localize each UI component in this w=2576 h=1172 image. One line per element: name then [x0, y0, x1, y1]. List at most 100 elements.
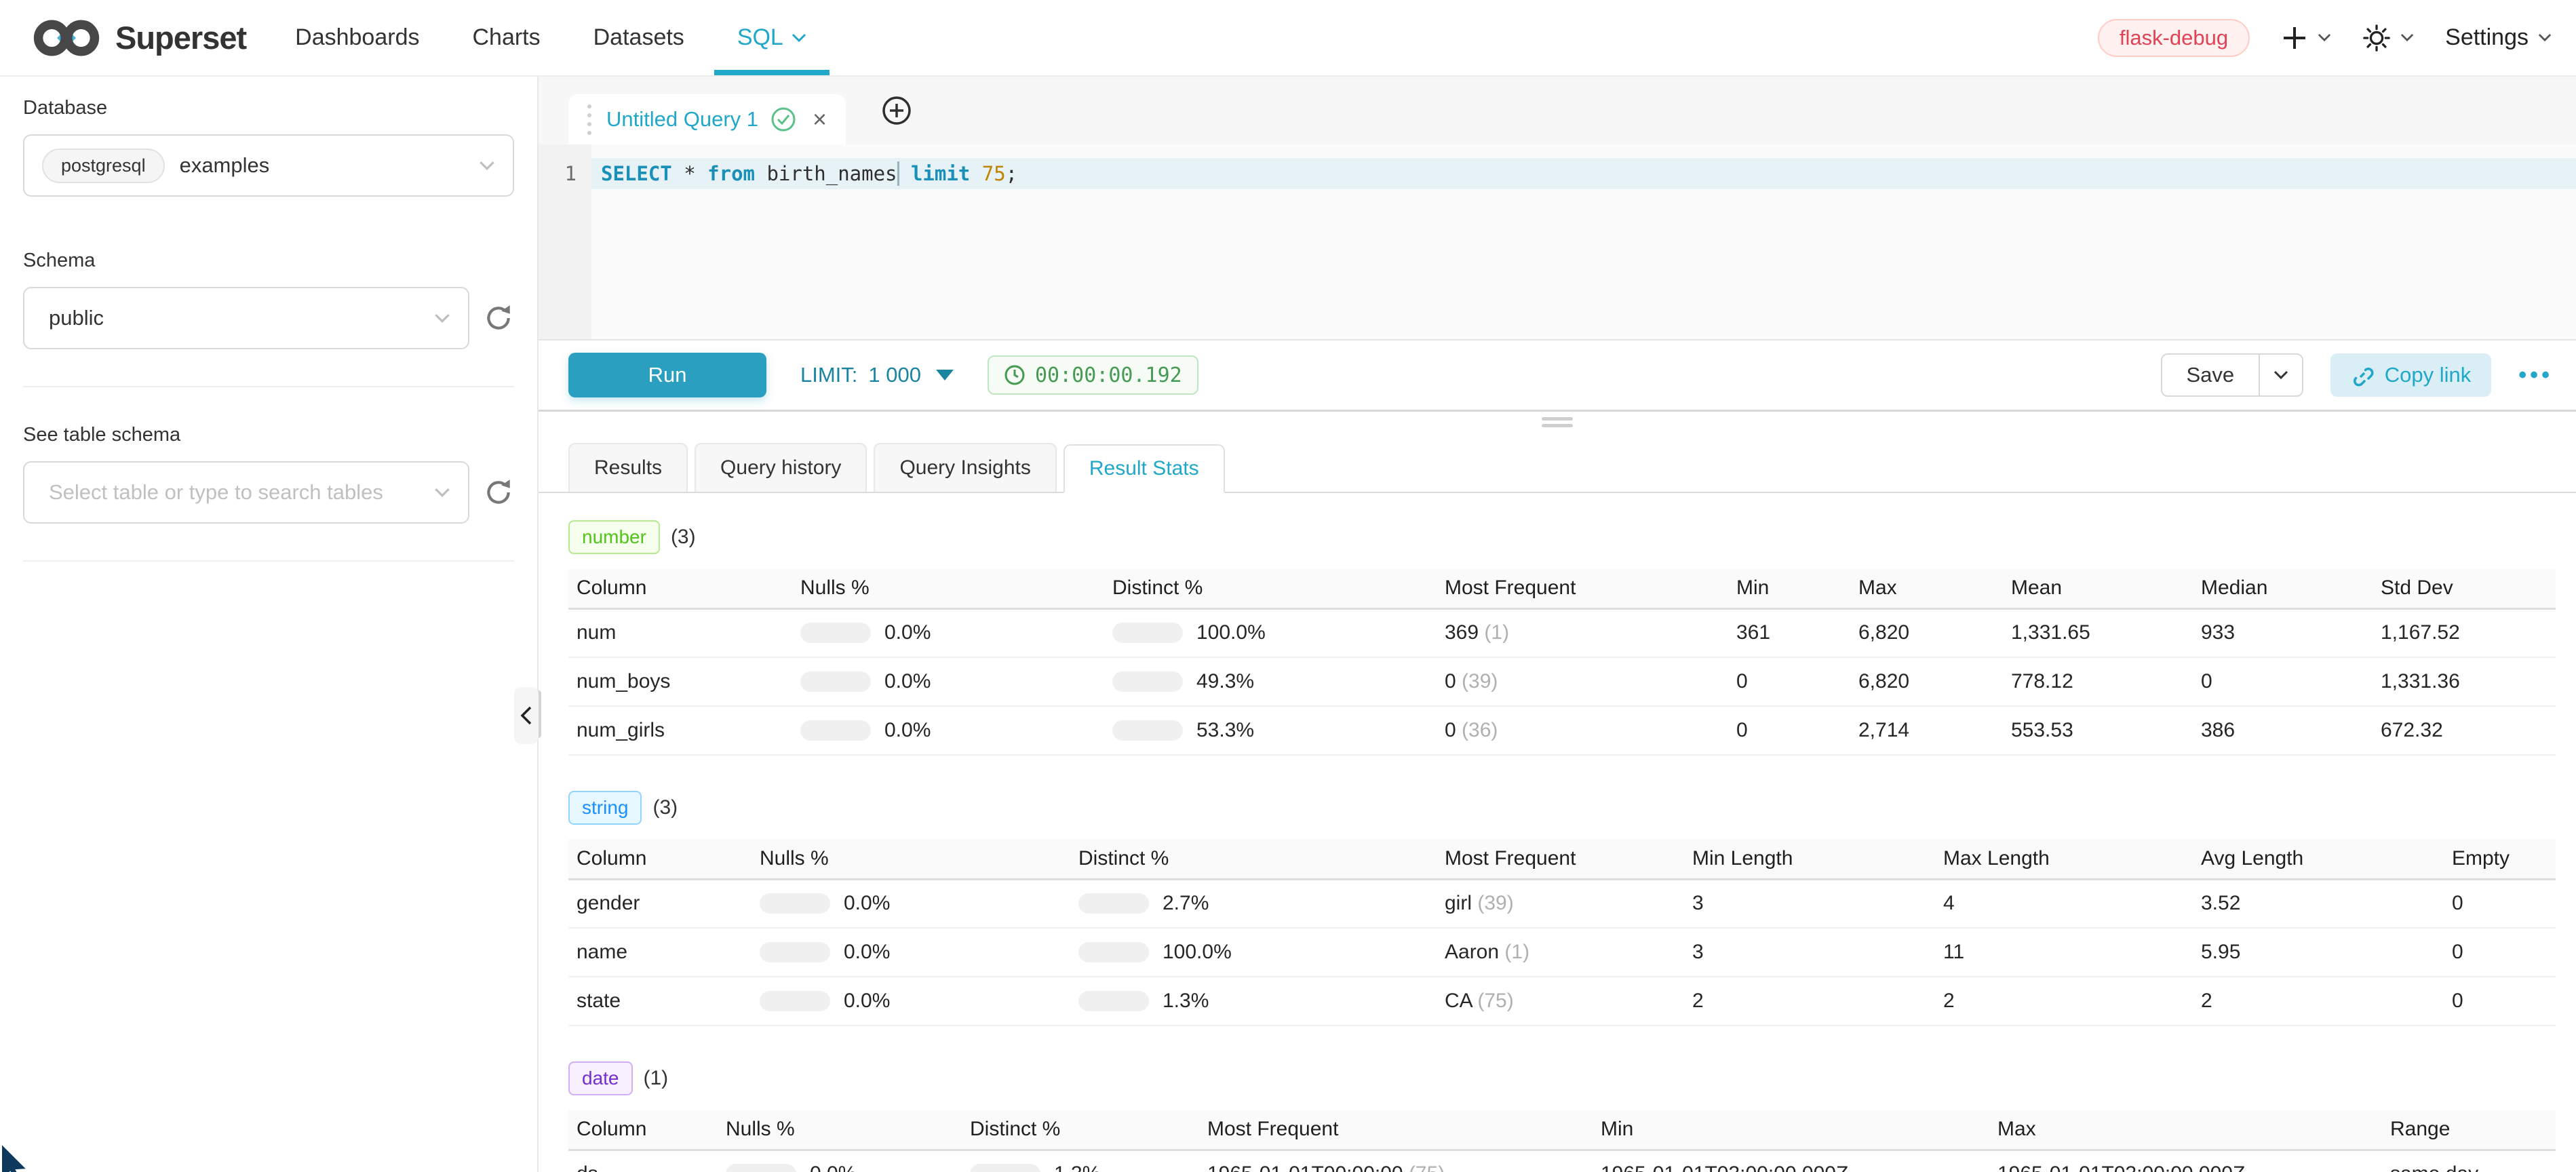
cell-min: 1965-01-01T03:00:00.000Z: [1593, 1150, 1989, 1172]
distinct-pct: 53.3%: [1196, 719, 1254, 742]
refresh-schemas-icon[interactable]: [483, 302, 514, 334]
table-row: state 0.0% 1.3% CA (75) 2 2 2 0: [568, 977, 2556, 1026]
cell-std-dev: 1,331.36: [2373, 657, 2556, 706]
cell-most-frequent: 369 (1): [1437, 608, 1728, 657]
schema-select[interactable]: public: [23, 287, 469, 349]
nulls-bar: [800, 671, 871, 692]
tab-query-history[interactable]: Query history: [695, 443, 867, 492]
main-nav: Dashboards Charts Datasets SQL: [295, 0, 806, 75]
sql-code-line[interactable]: SELECT * from birth_names limit 75;: [591, 158, 2576, 189]
elapsed-time: 00:00:00.192: [1035, 364, 1182, 387]
cell-column: name: [568, 928, 752, 977]
cell-mean: 1,331.65: [2003, 608, 2193, 657]
chevron-down-icon: [434, 313, 450, 324]
editor-resize-handle[interactable]: [539, 410, 2576, 434]
superset-logo[interactable]: Superset: [30, 17, 246, 59]
plus-circle-icon: [881, 95, 912, 126]
settings-menu[interactable]: Settings: [2445, 24, 2552, 51]
settings-label: Settings: [2445, 24, 2529, 51]
table-select[interactable]: Select table or type to search tables: [23, 461, 469, 524]
number-stats-section: number (3) Column Nulls % Distinct % Mos…: [568, 520, 2556, 756]
save-options-button[interactable]: [2259, 355, 2302, 395]
chevron-left-icon: [520, 706, 532, 725]
add-tab-button[interactable]: [881, 95, 912, 126]
divider: [23, 386, 514, 387]
nulls-pct: 0.0%: [810, 1163, 856, 1172]
cell-column: num: [568, 608, 792, 657]
collapse-sidebar-button[interactable]: [514, 687, 539, 744]
column-header: Column: [568, 1110, 718, 1150]
distinct-bar: [1112, 720, 1183, 741]
tab-result-stats[interactable]: Result Stats: [1063, 444, 1225, 493]
cell-most-frequent: 1965-01-01T00:00:00 (75): [1199, 1150, 1593, 1172]
new-item-menu[interactable]: [2281, 24, 2331, 52]
link-icon: [2351, 364, 2374, 387]
nav-datasets[interactable]: Datasets: [593, 0, 684, 75]
refresh-tables-icon[interactable]: [483, 477, 514, 508]
nav-sql[interactable]: SQL: [737, 0, 806, 75]
result-stats-panel: number (3) Column Nulls % Distinct % Mos…: [539, 493, 2576, 1172]
run-query-button[interactable]: Run: [568, 353, 766, 397]
table-row: num 0.0% 100.0% 369 (1) 361 6,820 1,331.…: [568, 608, 2556, 657]
chevron-down-icon: [2273, 370, 2288, 380]
nav-charts[interactable]: Charts: [472, 0, 540, 75]
table-row: name 0.0% 100.0% Aaron (1) 3 11 5.95 0: [568, 928, 2556, 977]
chevron-down-icon: [2538, 33, 2552, 42]
nav-dashboards[interactable]: Dashboards: [295, 0, 419, 75]
chevron-down-icon: [2318, 33, 2331, 42]
copy-link-button[interactable]: Copy link: [2330, 353, 2492, 397]
chevron-down-icon: [2400, 33, 2414, 42]
column-header: Std Dev: [2373, 569, 2556, 608]
nulls-bar: [800, 720, 871, 741]
more-actions-button[interactable]: •••: [2518, 362, 2553, 389]
distinct-bar: [970, 1164, 1040, 1172]
cell-min-length: 3: [1684, 879, 1935, 928]
column-header: Median: [2193, 569, 2373, 608]
nulls-bar: [800, 623, 871, 643]
type-count: (3): [652, 796, 678, 819]
database-select[interactable]: postgresql examples: [23, 134, 514, 197]
sql-number: 75: [970, 162, 1005, 185]
column-header: Max: [1850, 569, 2003, 608]
query-tab[interactable]: Untitled Query 1 ×: [568, 94, 846, 144]
distinct-bar: [1078, 991, 1149, 1011]
date-stats-table: Column Nulls % Distinct % Most Frequent …: [568, 1110, 2556, 1172]
table-row: gender 0.0% 2.7% girl (39) 3 4 3.52 0: [568, 879, 2556, 928]
column-header: Most Frequent: [1437, 569, 1728, 608]
tab-results[interactable]: Results: [568, 443, 688, 492]
string-stats-table: Column Nulls % Distinct % Most Frequent …: [568, 840, 2556, 1026]
tab-query-insights[interactable]: Query Insights: [874, 443, 1056, 492]
nav-right-cluster: flask-debug: [2098, 19, 2552, 57]
sql-editor[interactable]: 1 SELECT * from birth_names limit 75;: [539, 144, 2576, 339]
brand-name: Superset: [115, 19, 246, 56]
distinct-pct: 1.3%: [1163, 990, 1209, 1013]
limit-label: LIMIT:: [800, 363, 857, 387]
column-header: Max Length: [1935, 840, 2193, 879]
nulls-pct: 0.0%: [884, 621, 931, 644]
query-timer: 00:00:00.192: [988, 355, 1198, 395]
type-tag-number: number: [568, 520, 660, 554]
nulls-pct: 0.0%: [844, 941, 890, 964]
top-navigation: Superset Dashboards Charts Datasets SQL …: [0, 0, 2576, 77]
nulls-pct: 0.0%: [884, 719, 931, 742]
close-tab-icon[interactable]: ×: [813, 107, 827, 132]
plus-icon: [2281, 24, 2308, 52]
sql-keyword: from: [707, 162, 755, 185]
limit-dropdown[interactable]: LIMIT: 1 000: [800, 363, 954, 387]
distinct-bar: [1078, 893, 1149, 914]
column-header: Max: [1989, 1110, 2382, 1150]
superset-logo-icon: [30, 17, 103, 59]
table-schema-label: See table schema: [23, 424, 514, 446]
column-header: Most Frequent: [1437, 840, 1684, 879]
table-header-row: Column Nulls % Distinct % Most Frequent …: [568, 840, 2556, 879]
column-header: Distinct %: [1070, 840, 1437, 879]
cell-median: 933: [2193, 608, 2373, 657]
save-button[interactable]: Save: [2162, 355, 2259, 395]
cell-avg-length: 2: [2193, 977, 2444, 1026]
query-tab-title: Untitled Query 1: [606, 107, 758, 132]
query-success-icon: [770, 106, 796, 132]
column-header: Distinct %: [962, 1110, 1199, 1150]
cell-empty: 0: [2444, 977, 2556, 1026]
table-header-row: Column Nulls % Distinct % Most Frequent …: [568, 569, 2556, 608]
theme-toggle[interactable]: [2362, 24, 2414, 52]
